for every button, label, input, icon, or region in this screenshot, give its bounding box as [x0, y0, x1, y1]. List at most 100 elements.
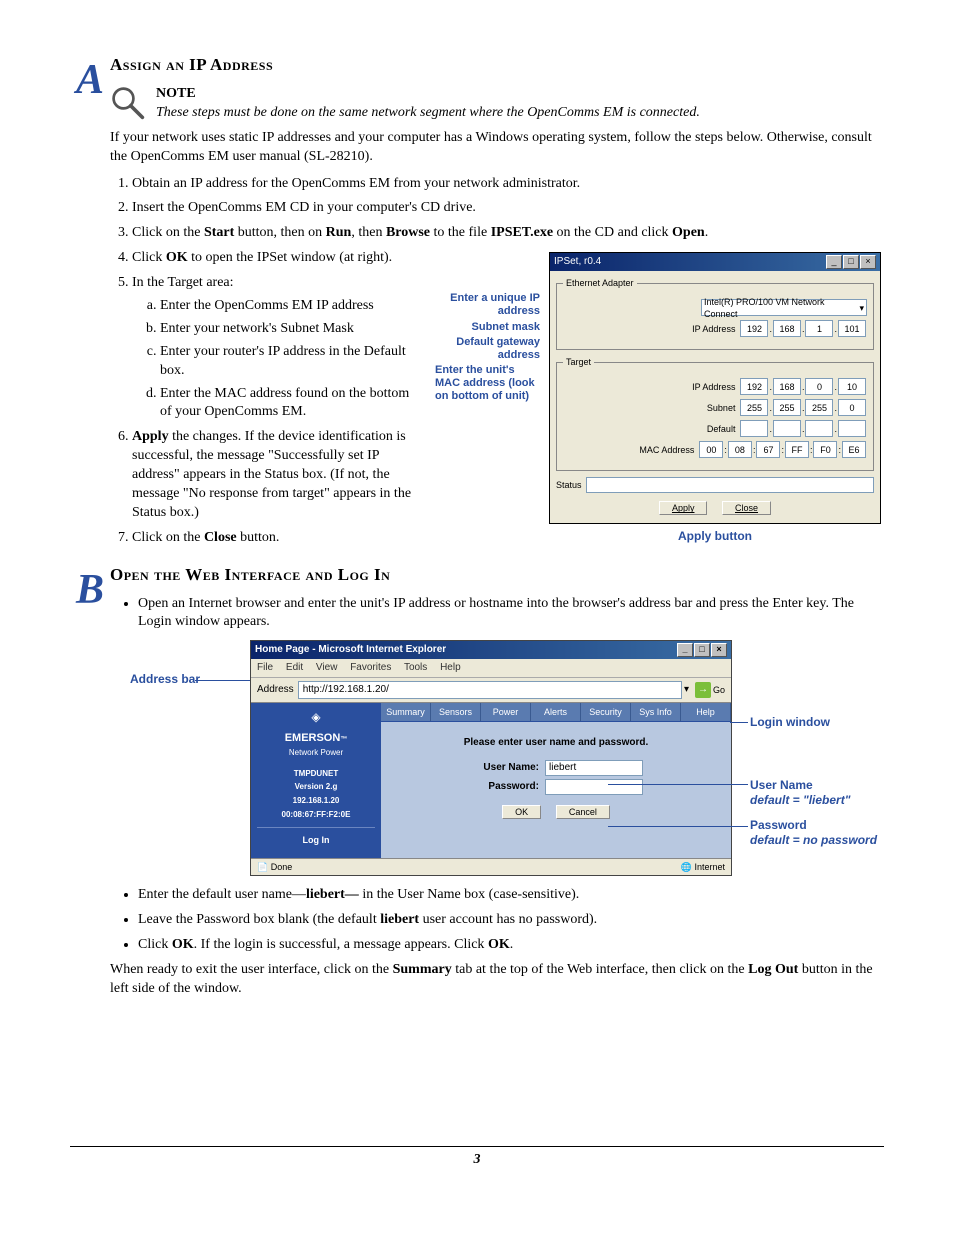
apply-button[interactable]: Apply: [659, 501, 708, 515]
menu-view[interactable]: View: [316, 662, 338, 673]
go-button[interactable]: →: [695, 682, 711, 698]
subnet-3[interactable]: [805, 399, 833, 416]
eth-ip-label: IP Address: [692, 323, 735, 335]
section-a-title: Assign an IP Address: [110, 54, 884, 77]
chevron-down-icon: ▾: [859, 302, 864, 314]
browser-window: Home Page - Microsoft Internet Explorer …: [250, 640, 732, 876]
logo-text: EMERSON™: [255, 731, 377, 746]
address-input[interactable]: http://192.168.1.20/: [298, 681, 682, 699]
maximize-icon[interactable]: □: [694, 643, 710, 657]
tab-summary[interactable]: Summary: [381, 703, 431, 721]
default-4[interactable]: [838, 420, 866, 437]
minimize-icon[interactable]: _: [826, 255, 842, 269]
eth-ip-3[interactable]: [805, 320, 833, 337]
callout-line: [730, 722, 748, 723]
tab-power[interactable]: Power: [481, 703, 531, 721]
section-b-bullet1: Open an Internet browser and enter the u…: [138, 595, 884, 633]
menu-file[interactable]: File: [257, 662, 273, 673]
ipset-titlebar[interactable]: IPSet, r0.4 _□×: [550, 253, 880, 271]
tgt-ip-4[interactable]: [838, 378, 866, 395]
ok-button[interactable]: OK: [502, 805, 541, 819]
browser-menu[interactable]: File Edit View Favorites Tools Help: [251, 659, 731, 678]
callout-ip: Enter a unique IP address: [435, 292, 540, 318]
subnet-1[interactable]: [740, 399, 768, 416]
post-bullet-2: Leave the Password box blank (the defaul…: [138, 911, 884, 930]
status-label: Status: [556, 479, 582, 491]
window-buttons: _□×: [676, 643, 727, 657]
password-input[interactable]: [545, 779, 643, 795]
eth-ip-1[interactable]: [740, 320, 768, 337]
subnet-2[interactable]: [773, 399, 801, 416]
dropdown-icon[interactable]: ▾: [684, 683, 689, 697]
section-letter-b: B: [70, 560, 110, 619]
browser-statusbar: 📄 Done 🌐 Internet: [251, 858, 731, 875]
callout-line: [195, 680, 250, 681]
mac-1[interactable]: [699, 441, 723, 458]
menu-edit[interactable]: Edit: [286, 662, 303, 673]
tgt-ip-3[interactable]: [805, 378, 833, 395]
logo-subtext: Network Power: [255, 748, 377, 759]
side-info-1: TMPDUNET: [255, 769, 377, 780]
emerson-diamond-icon: ◈: [255, 709, 377, 725]
close-button[interactable]: Close: [722, 501, 771, 515]
maximize-icon[interactable]: □: [843, 255, 859, 269]
browser-title: Home Page - Microsoft Internet Explorer: [255, 643, 446, 657]
side-login-link[interactable]: Log In: [255, 834, 377, 846]
callout-password: Passworddefault = no password: [750, 818, 877, 847]
tab-alerts[interactable]: Alerts: [531, 703, 581, 721]
tgt-ip-2[interactable]: [773, 378, 801, 395]
callout-line: [608, 784, 748, 785]
eth-ip-4[interactable]: [838, 320, 866, 337]
target-fieldset: Target IP Address . . . Subnet: [556, 356, 874, 471]
section-a-steps: Obtain an IP address for the OpenComms E…: [132, 175, 884, 244]
close-icon[interactable]: ×: [860, 255, 876, 269]
note-title: NOTE: [156, 85, 700, 104]
tab-sensors[interactable]: Sensors: [431, 703, 481, 721]
section-b: B Open the Web Interface and Log In Open…: [70, 560, 884, 1007]
tgt-ip-label: IP Address: [692, 381, 735, 393]
section-b-title: Open the Web Interface and Log In: [110, 564, 884, 587]
section-a: A Assign an IP Address NOTE These steps …: [70, 50, 884, 554]
post-bullet-3: Click OK. If the login is successful, a …: [138, 936, 884, 955]
mac-2[interactable]: [728, 441, 752, 458]
tgt-ip-1[interactable]: [740, 378, 768, 395]
tab-sysinfo[interactable]: Sys Info: [631, 703, 681, 721]
step-2: Insert the OpenComms EM CD in your compu…: [132, 199, 884, 218]
default-2[interactable]: [773, 420, 801, 437]
ipset-region: Enter a unique IP address Subnet mask De…: [432, 249, 884, 547]
minimize-icon[interactable]: _: [677, 643, 693, 657]
section-b-closing: When ready to exit the user interface, c…: [110, 961, 884, 999]
ipset-title: IPSet, r0.4: [554, 255, 601, 269]
step-1: Obtain an IP address for the OpenComms E…: [132, 175, 884, 194]
close-icon[interactable]: ×: [711, 643, 727, 657]
tab-help[interactable]: Help: [681, 703, 731, 721]
login-panel: Please enter user name and password. Use…: [381, 722, 731, 858]
default-1[interactable]: [740, 420, 768, 437]
ethernet-legend: Ethernet Adapter: [563, 277, 637, 289]
menu-tools[interactable]: Tools: [404, 662, 427, 673]
cancel-button[interactable]: Cancel: [556, 805, 610, 819]
mac-5[interactable]: [813, 441, 837, 458]
browser-titlebar[interactable]: Home Page - Microsoft Internet Explorer …: [251, 641, 731, 659]
callout-mac: Enter the unit's MAC address (look on bo…: [435, 364, 540, 404]
mac-3[interactable]: [756, 441, 780, 458]
eth-ip-2[interactable]: [773, 320, 801, 337]
post-bullet-1: Enter the default user name—liebert— in …: [138, 886, 884, 905]
callout-line: [608, 826, 748, 827]
target-legend: Target: [563, 356, 594, 368]
internet-icon: 🌐: [681, 862, 692, 872]
note-block: NOTE These steps must be done on the sam…: [110, 85, 884, 123]
ethernet-adapter-dropdown[interactable]: Intel(R) PRO/100 VM Network Connect▾: [701, 299, 867, 316]
tab-security[interactable]: Security: [581, 703, 631, 721]
mac-4[interactable]: [785, 441, 809, 458]
default-label: Default: [707, 423, 736, 435]
menu-favorites[interactable]: Favorites: [350, 662, 391, 673]
username-input[interactable]: [545, 760, 643, 776]
section-a-intro: If your network uses static IP addresses…: [110, 129, 884, 167]
done-icon: 📄: [257, 862, 268, 872]
callout-loginwin: Login window: [750, 715, 830, 729]
mac-6[interactable]: [842, 441, 866, 458]
default-3[interactable]: [805, 420, 833, 437]
subnet-4[interactable]: [838, 399, 866, 416]
menu-help[interactable]: Help: [440, 662, 461, 673]
